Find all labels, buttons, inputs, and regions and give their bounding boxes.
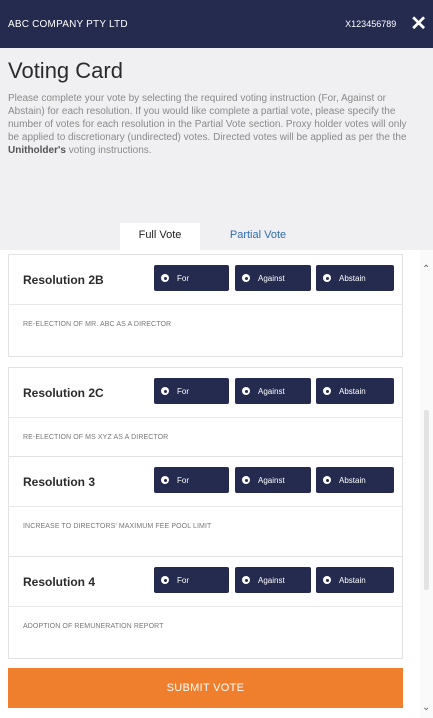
submit-vote-button[interactable]: SUBMIT VOTE — [8, 668, 403, 708]
resolution-card: Resolution 2C For Against Abstain RE-ELE… — [8, 367, 403, 470]
resolution-title: Resolution 3 — [23, 475, 96, 489]
instructions-part1: Please complete your vote by selecting t… — [8, 93, 407, 143]
for-label: For — [177, 475, 189, 485]
resolution-title: Resolution 2B — [23, 273, 104, 287]
against-button[interactable]: Against — [235, 265, 311, 291]
account-id: X123456789 — [345, 19, 397, 29]
for-label: For — [177, 575, 189, 585]
resolution-card: Resolution 4 For Against Abstain ADOPTIO… — [8, 556, 403, 659]
header-panel: Voting Card Please complete your vote by… — [0, 48, 433, 250]
instructions-text: Please complete your vote by selecting t… — [8, 92, 418, 157]
radio-icon — [242, 576, 250, 584]
page-title: Voting Card — [8, 58, 123, 83]
resolution-list: Resolution 2B For Against Abstain RE-ELE… — [0, 250, 433, 718]
for-label: For — [177, 386, 189, 396]
radio-icon — [323, 274, 331, 282]
resolution-title: Resolution 2C — [23, 386, 104, 400]
resolution-card-header: Resolution 3 For Against Abstain — [9, 457, 402, 507]
for-button[interactable]: For — [154, 378, 229, 404]
radio-icon — [323, 387, 331, 395]
resolution-card-header: Resolution 2B For Against Abstain — [9, 255, 402, 305]
radio-icon — [323, 576, 331, 584]
for-button[interactable]: For — [154, 567, 229, 593]
chevron-down-icon[interactable]: ⌄ — [422, 702, 430, 713]
radio-icon — [323, 476, 331, 484]
radio-icon — [161, 476, 169, 484]
radio-icon — [161, 576, 169, 584]
against-label: Against — [258, 575, 285, 585]
company-name: ABC COMPANY PTY LTD — [8, 18, 128, 30]
resolution-description: INCREASE TO DIRECTORS' MAXIMUM FEE POOL … — [23, 523, 212, 530]
resolution-card: Resolution 2B For Against Abstain RE-ELE… — [8, 254, 403, 357]
scrollbar[interactable]: ⌃ ⌄ — [420, 250, 433, 718]
resolution-card: Resolution 3 For Against Abstain INCREAS… — [8, 456, 403, 559]
resolution-card-header: Resolution 4 For Against Abstain — [9, 557, 402, 607]
resolution-description: RE-ELECTION OF MS XYZ AS A DIRECTOR — [23, 434, 169, 441]
resolution-title: Resolution 4 — [23, 575, 96, 589]
for-button[interactable]: For — [154, 265, 229, 291]
radio-icon — [161, 387, 169, 395]
tab-partial-vote[interactable]: Partial Vote — [208, 223, 308, 250]
abstain-button[interactable]: Abstain — [316, 567, 394, 593]
radio-icon — [242, 274, 250, 282]
against-label: Against — [258, 273, 285, 283]
radio-icon — [161, 274, 169, 282]
against-button[interactable]: Against — [235, 567, 311, 593]
radio-icon — [242, 387, 250, 395]
instructions-bold: Unitholder's — [8, 145, 66, 156]
abstain-button[interactable]: Abstain — [316, 378, 394, 404]
abstain-label: Abstain — [339, 575, 366, 585]
against-button[interactable]: Against — [235, 467, 311, 493]
resolution-card-header: Resolution 2C For Against Abstain — [9, 368, 402, 418]
instructions-part2: voting instructions. — [65, 145, 152, 156]
top-bar: ABC COMPANY PTY LTD X123456789 ✕ — [0, 0, 433, 48]
resolution-description: ADOPTION OF REMUNERATION REPORT — [23, 623, 164, 630]
for-label: For — [177, 273, 189, 283]
resolution-description: RE-ELECTION OF MR. ABC AS A DIRECTOR — [23, 321, 172, 328]
scroll-thumb[interactable] — [424, 410, 429, 590]
abstain-button[interactable]: Abstain — [316, 467, 394, 493]
abstain-label: Abstain — [339, 273, 366, 283]
for-button[interactable]: For — [154, 467, 229, 493]
radio-icon — [242, 476, 250, 484]
top-bar-right: X123456789 ✕ — [345, 14, 427, 34]
against-label: Against — [258, 475, 285, 485]
abstain-button[interactable]: Abstain — [316, 265, 394, 291]
abstain-label: Abstain — [339, 475, 366, 485]
tab-full-vote[interactable]: Full Vote — [120, 223, 200, 250]
against-label: Against — [258, 386, 285, 396]
chevron-up-icon[interactable]: ⌃ — [422, 264, 430, 275]
abstain-label: Abstain — [339, 386, 366, 396]
vote-tabs: Full Vote Partial Vote — [0, 223, 433, 250]
close-icon[interactable]: ✕ — [410, 14, 427, 34]
against-button[interactable]: Against — [235, 378, 311, 404]
